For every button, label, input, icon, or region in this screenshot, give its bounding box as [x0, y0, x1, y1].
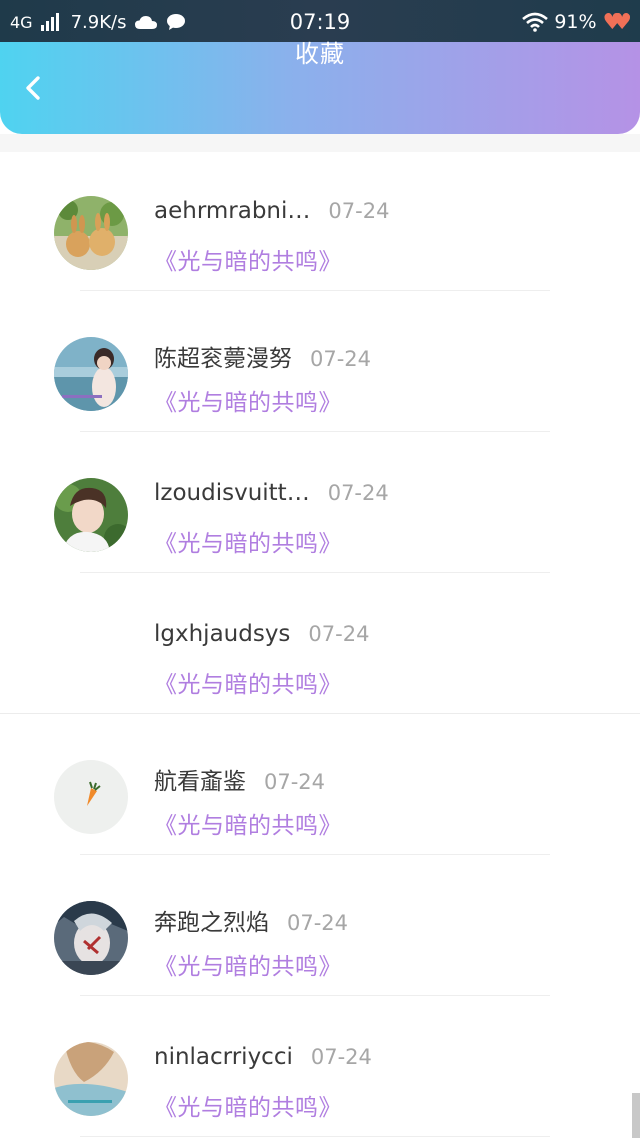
- item-header: 陈超衮薨漫努 07-24: [154, 339, 371, 373]
- item-date: 07-24: [308, 622, 370, 646]
- item-date: 07-24: [310, 347, 372, 371]
- list-item[interactable]: 航看齑鉴 07-24 《光与暗的共鸣》: [0, 714, 640, 855]
- user-name: 航看齑鉴: [154, 769, 246, 795]
- user-name: lgxhjaudsys: [154, 621, 291, 647]
- user-name: ninlacrriycci: [154, 1044, 293, 1070]
- item-date: 07-24: [327, 481, 389, 505]
- avatar[interactable]: [54, 901, 128, 975]
- item-header: ninlacrriycci 07-24: [154, 1044, 372, 1070]
- avatar[interactable]: [54, 478, 128, 552]
- item-header: lgxhjaudsys 07-24: [154, 621, 369, 647]
- avatar[interactable]: [54, 337, 128, 411]
- user-name: lzoudisvuitt…: [154, 480, 310, 506]
- page-title: 收藏: [295, 40, 345, 68]
- book-title[interactable]: 《光与暗的共鸣》: [154, 383, 342, 417]
- list-item[interactable]: lgxhjaudsys 07-24 《光与暗的共鸣》: [0, 573, 640, 714]
- item-header: aehrmrabni… 07-24: [154, 198, 389, 224]
- list-item[interactable]: aehrmrabni… 07-24 《光与暗的共鸣》: [0, 150, 640, 291]
- item-header: 奔跑之烈焰 07-24: [154, 903, 348, 937]
- item-date: 07-24: [310, 1045, 372, 1069]
- list-item[interactable]: 奔跑之烈焰 07-24 《光与暗的共鸣》: [0, 855, 640, 996]
- avatar[interactable]: [54, 1042, 128, 1116]
- item-date: 07-24: [287, 911, 349, 935]
- list-item[interactable]: lzoudisvuitt… 07-24 《光与暗的共鸣》: [0, 432, 640, 573]
- item-header: lzoudisvuitt… 07-24: [154, 480, 389, 506]
- user-name: 奔跑之烈焰: [154, 910, 269, 936]
- user-name: 陈超衮薨漫努: [154, 346, 292, 372]
- page-header: 收藏: [0, 40, 640, 134]
- scrollbar-thumb[interactable]: [632, 1093, 640, 1138]
- favorites-list: aehrmrabni… 07-24 《光与暗的共鸣》 陈超衮薨漫努 07-24 …: [0, 150, 640, 1137]
- list-item[interactable]: 陈超衮薨漫努 07-24 《光与暗的共鸣》: [0, 291, 640, 432]
- divider: [80, 1136, 550, 1137]
- book-title[interactable]: 《光与暗的共鸣》: [154, 806, 342, 840]
- carrot-icon[interactable]: [54, 760, 128, 834]
- user-name: aehrmrabni…: [154, 198, 311, 224]
- avatar[interactable]: [54, 196, 128, 270]
- book-title[interactable]: 《光与暗的共鸣》: [154, 947, 342, 981]
- list-item[interactable]: ninlacrriycci 07-24 《光与暗的共鸣》: [0, 996, 640, 1137]
- book-title[interactable]: 《光与暗的共鸣》: [154, 524, 342, 558]
- book-title[interactable]: 《光与暗的共鸣》: [154, 242, 342, 276]
- item-header: 航看齑鉴 07-24: [154, 762, 325, 796]
- book-title[interactable]: 《光与暗的共鸣》: [154, 665, 342, 699]
- book-title[interactable]: 《光与暗的共鸣》: [154, 1088, 342, 1122]
- item-date: 07-24: [328, 199, 390, 223]
- item-date: 07-24: [264, 770, 326, 794]
